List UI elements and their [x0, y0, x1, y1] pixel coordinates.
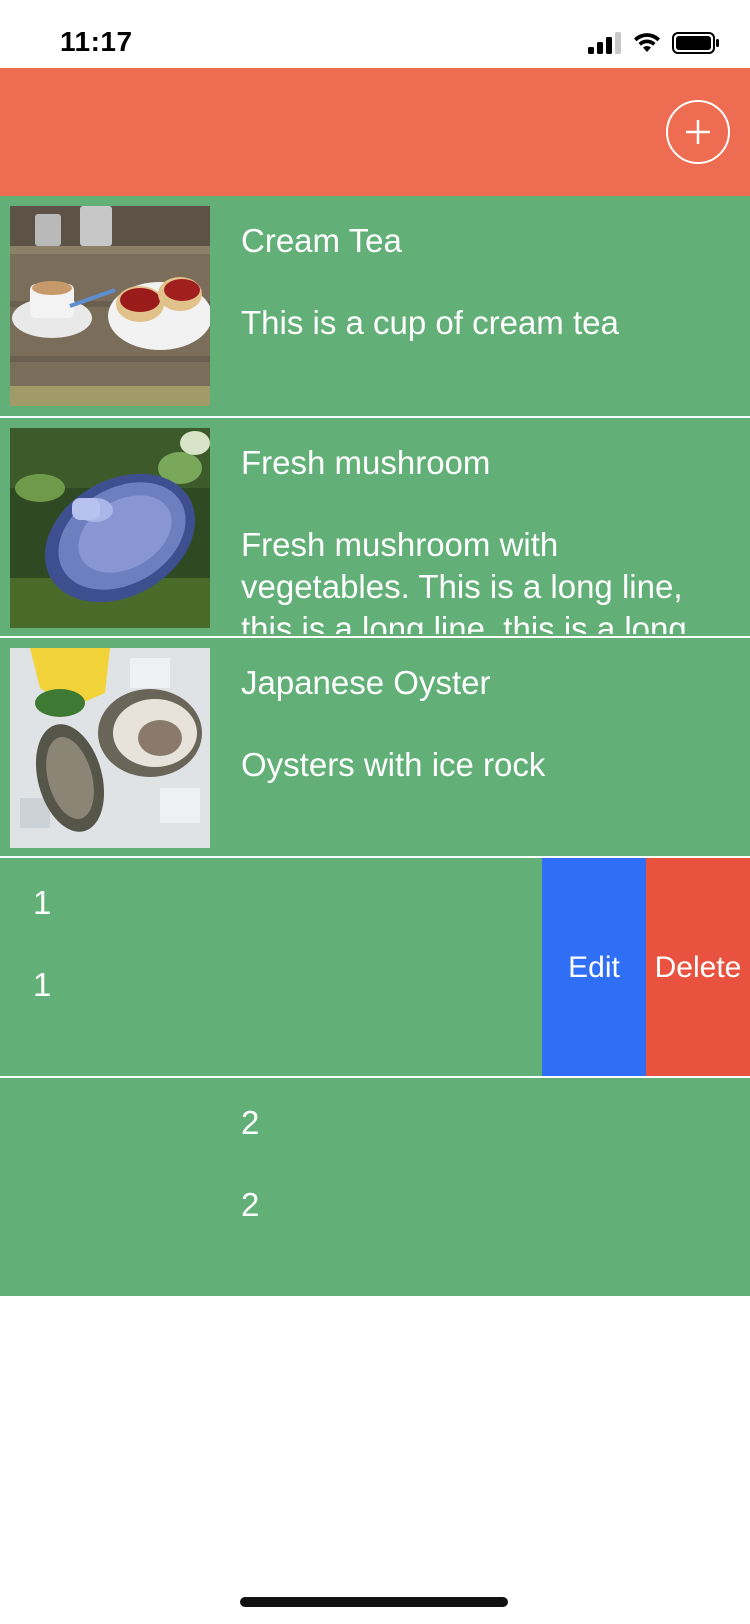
row-text: Japanese Oyster Oysters with ice rock: [241, 662, 730, 786]
item-description: This is a cup of cream tea: [241, 304, 619, 341]
wifi-icon: [632, 32, 662, 59]
item-title: 2: [241, 1104, 260, 1141]
cream-tea-thumbnail: [10, 206, 210, 406]
row-text: Cream Tea This is a cup of cream tea: [241, 220, 730, 344]
row-text: 2 2: [241, 1102, 730, 1226]
empty-thumbnail: [10, 1088, 210, 1288]
status-time: 11:17: [60, 26, 133, 57]
item-description: Oysters with ice rock: [241, 746, 546, 783]
list-item[interactable]: Cream Tea This is a cup of cream tea: [0, 196, 750, 416]
list-item[interactable]: Japanese Oyster Oysters with ice rock: [0, 636, 750, 856]
row-text: Fresh mushroom Fresh mushroom with veget…: [241, 442, 730, 634]
item-description: Fresh mushroom with vegetables. This is …: [241, 526, 687, 634]
item-description: 2: [241, 1186, 260, 1223]
item-title: Fresh mushroom: [241, 444, 491, 481]
list-item-swiped[interactable]: 1 1 Edit Delete: [0, 856, 750, 1076]
mushroom-thumbnail: [10, 428, 210, 628]
delete-button[interactable]: Delete: [646, 858, 750, 1076]
item-title: Cream Tea: [241, 222, 402, 259]
edit-button[interactable]: Edit: [542, 858, 646, 1076]
swipe-actions: Edit Delete: [542, 858, 750, 1076]
status-icons: [588, 32, 720, 59]
battery-icon: [672, 32, 720, 59]
status-bar: 11:17: [0, 0, 750, 68]
food-list: Cream Tea This is a cup of cream tea Fre…: [0, 196, 750, 1296]
app-screen: 11:17 Cream Tea This is a cup of cream t…: [0, 0, 750, 1624]
navigation-bar: [0, 68, 750, 196]
item-title: Japanese Oyster: [241, 664, 491, 701]
cellular-signal-icon: [588, 32, 622, 59]
add-item-button[interactable]: [666, 100, 730, 164]
list-item[interactable]: 2 2: [0, 1076, 750, 1296]
oyster-thumbnail: [10, 648, 210, 848]
home-indicator[interactable]: [240, 1597, 508, 1607]
list-item[interactable]: Fresh mushroom Fresh mushroom with veget…: [0, 416, 750, 636]
